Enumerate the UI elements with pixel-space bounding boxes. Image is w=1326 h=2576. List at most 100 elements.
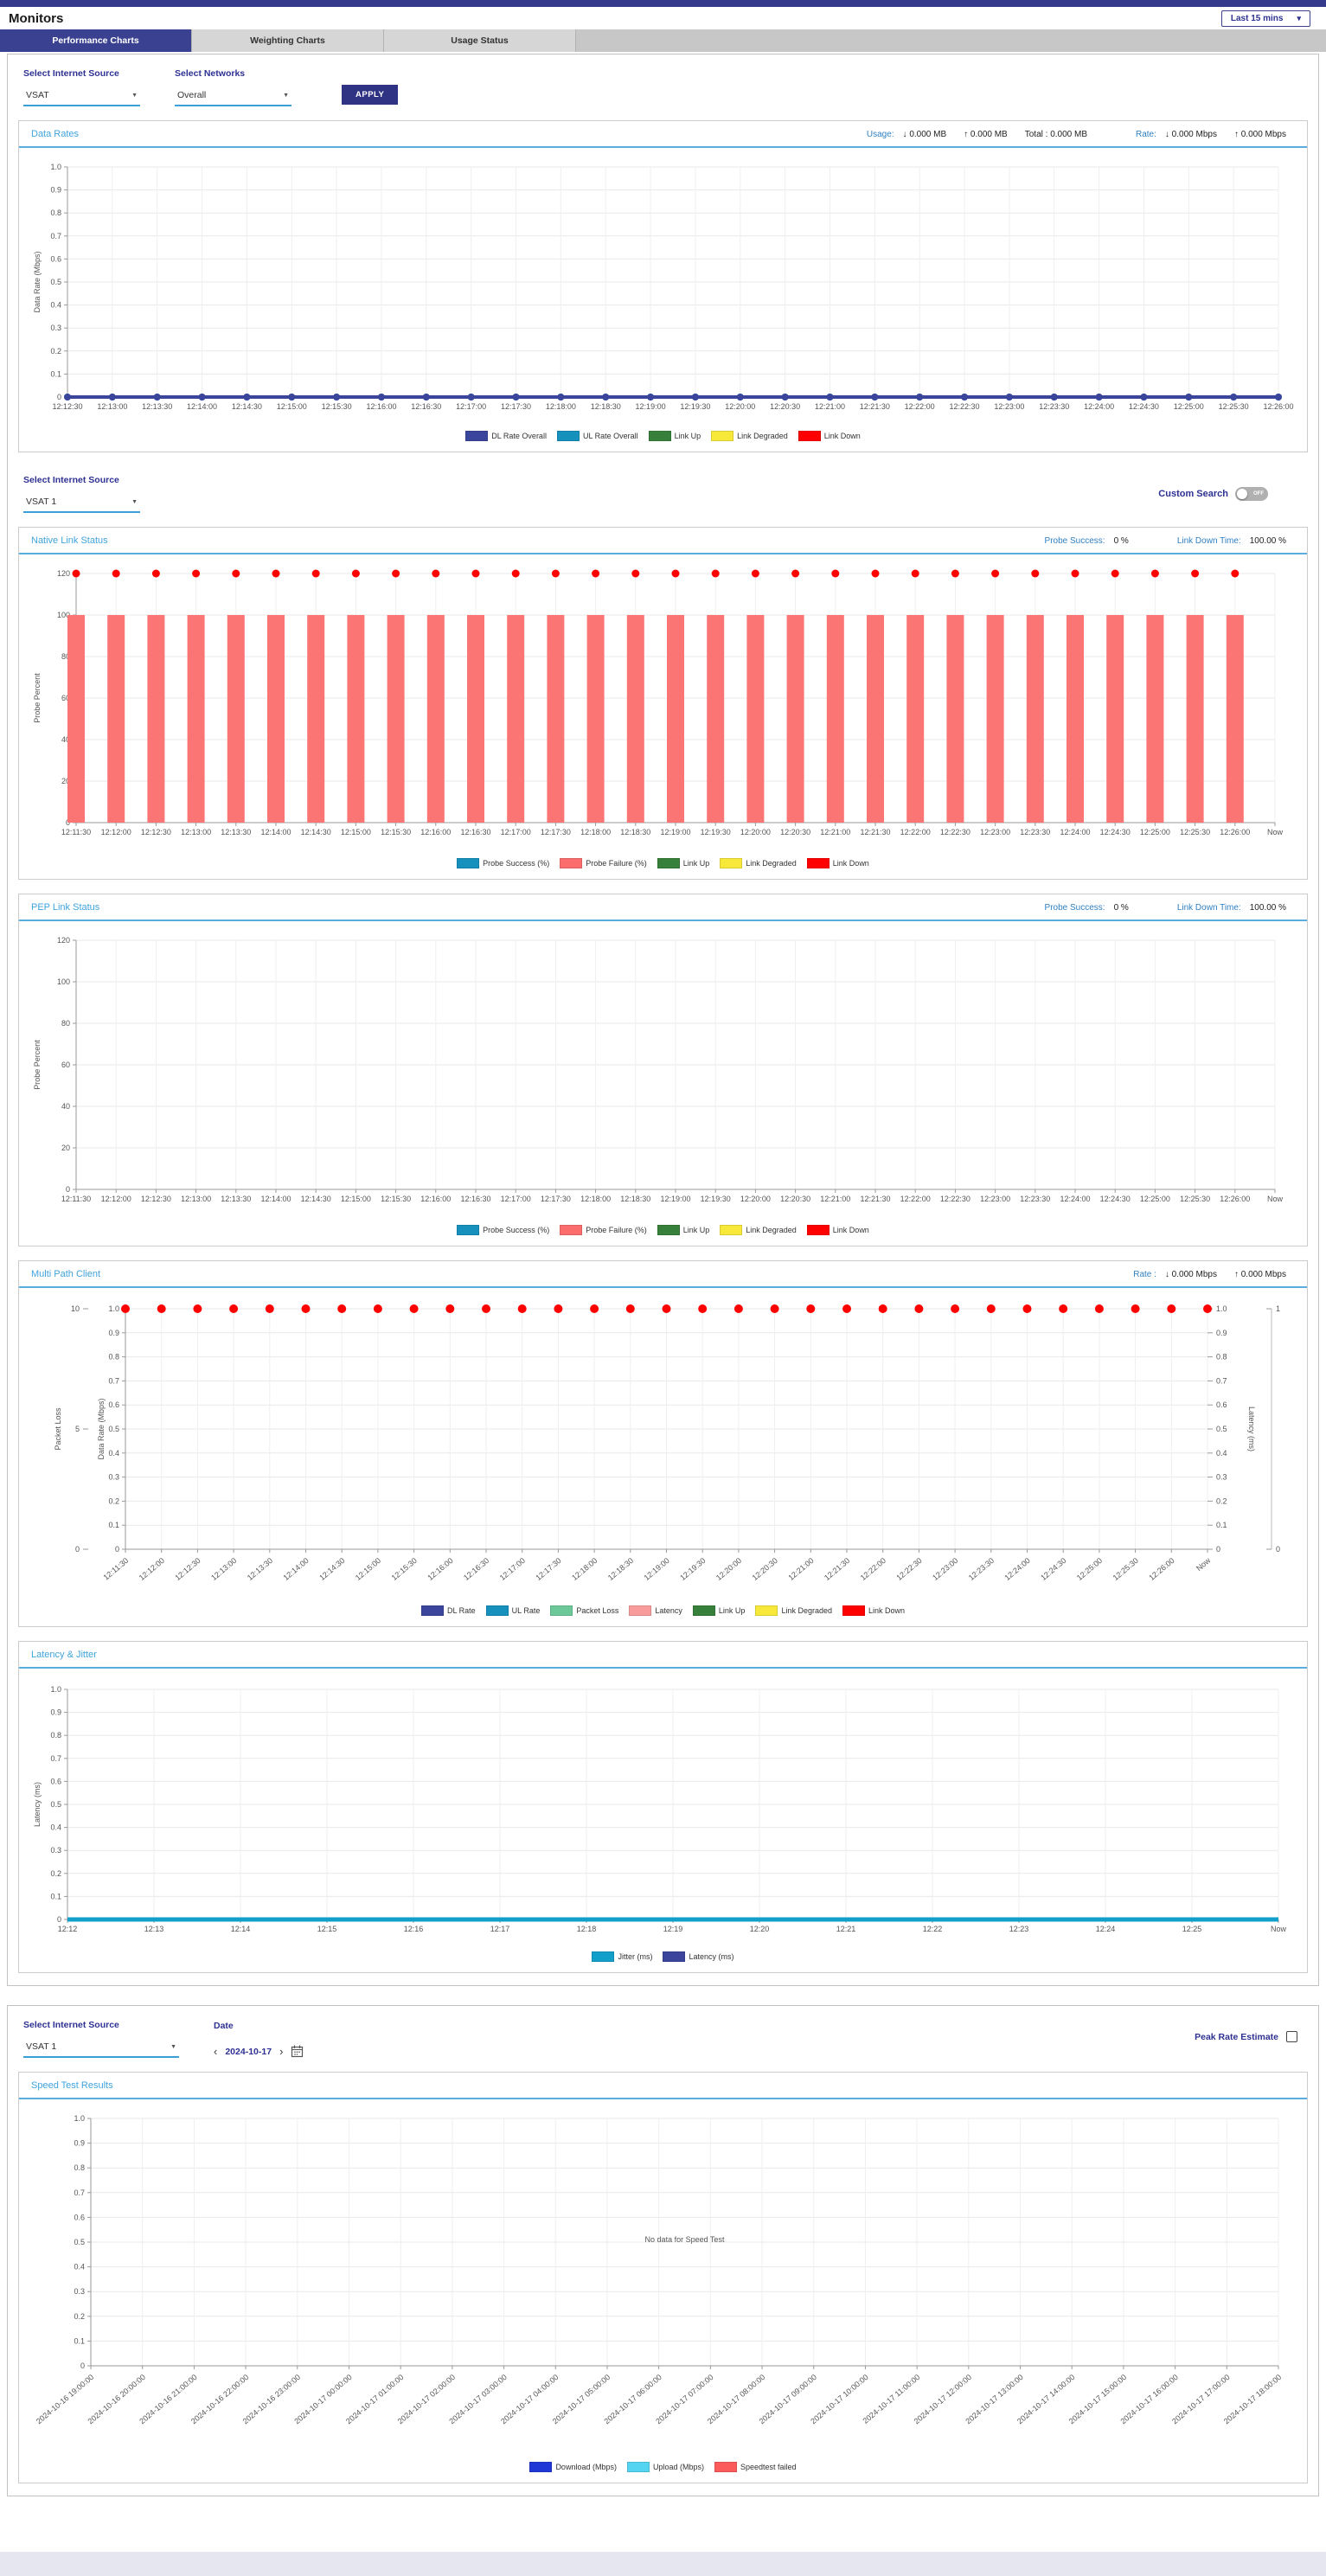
tab-weighting-charts[interactable]: Weighting Charts bbox=[192, 29, 384, 52]
link-down-time-label: Link Down Time: bbox=[1177, 536, 1241, 546]
legend-item: Link Up bbox=[657, 1225, 710, 1235]
svg-text:12:13:30: 12:13:30 bbox=[142, 402, 172, 411]
tab-bar: Performance Charts Weighting Charts Usag… bbox=[0, 29, 1326, 52]
svg-text:12:12:00: 12:12:00 bbox=[101, 828, 131, 836]
svg-text:12:15:30: 12:15:30 bbox=[322, 402, 352, 411]
speed-test-legend: Download (Mbps)Upload (Mbps)Speedtest fa… bbox=[19, 2462, 1307, 2483]
svg-text:12:18:00: 12:18:00 bbox=[546, 402, 576, 411]
legend-swatch-icon bbox=[657, 1225, 680, 1235]
legend-label: Probe Failure (%) bbox=[586, 859, 647, 868]
next-date-icon[interactable]: › bbox=[279, 2046, 283, 2057]
legend-swatch-icon bbox=[649, 431, 671, 441]
svg-text:0.9: 0.9 bbox=[50, 186, 61, 195]
svg-text:0: 0 bbox=[75, 1545, 80, 1554]
native-link-status-card: Native Link Status Probe Success: 0 % Li… bbox=[18, 527, 1308, 880]
legend-label: Link Down bbox=[833, 1226, 869, 1234]
legend-swatch-icon bbox=[560, 858, 582, 868]
legend-item: Packet Loss bbox=[550, 1605, 618, 1616]
legend-swatch-icon bbox=[560, 1225, 582, 1235]
probe-success-label: Probe Success: bbox=[1045, 536, 1105, 546]
svg-text:120: 120 bbox=[57, 569, 70, 578]
speed-test-results-card: Speed Test Results 1.00.90.80.70.60.50.4… bbox=[18, 2072, 1308, 2483]
internet-source-select-3[interactable]: VSAT 1 ▼ bbox=[23, 2039, 179, 2058]
tab-performance-charts[interactable]: Performance Charts bbox=[0, 29, 192, 52]
svg-text:0.3: 0.3 bbox=[50, 1846, 61, 1855]
legend-swatch-icon bbox=[798, 431, 821, 441]
custom-search-toggle[interactable]: OFF bbox=[1235, 487, 1268, 501]
svg-text:12:12:00: 12:12:00 bbox=[138, 1556, 166, 1582]
custom-search-label: Custom Search bbox=[1158, 489, 1228, 499]
svg-text:12:25:00: 12:25:00 bbox=[1140, 828, 1170, 836]
svg-text:12:15:00: 12:15:00 bbox=[354, 1556, 382, 1582]
svg-text:1: 1 bbox=[1276, 1304, 1280, 1313]
svg-text:12:11:30: 12:11:30 bbox=[61, 828, 91, 836]
dropdown-arrow-icon: ▼ bbox=[131, 499, 138, 505]
svg-text:0.4: 0.4 bbox=[74, 2263, 85, 2272]
speed-test-chart: 1.00.90.80.70.60.50.40.30.20.102024-10-1… bbox=[19, 2099, 1307, 2462]
legend-item: Link Down bbox=[798, 431, 861, 441]
apply-button[interactable]: APPLY bbox=[342, 85, 398, 105]
prev-date-icon[interactable]: ‹ bbox=[214, 2046, 217, 2057]
svg-text:12:14: 12:14 bbox=[231, 1925, 251, 1933]
svg-text:12:17:00: 12:17:00 bbox=[501, 1195, 531, 1203]
svg-text:12:20:00: 12:20:00 bbox=[740, 828, 771, 836]
svg-text:12:18:30: 12:18:30 bbox=[606, 1556, 635, 1582]
svg-text:0.1: 0.1 bbox=[50, 369, 61, 378]
legend-label: Link Degraded bbox=[781, 1606, 832, 1615]
tab-usage-status[interactable]: Usage Status bbox=[384, 29, 576, 52]
legend-swatch-icon bbox=[550, 1605, 573, 1616]
svg-text:2024-10-17 18:00:00: 2024-10-17 18:00:00 bbox=[1222, 2373, 1283, 2425]
svg-text:12:25:00: 12:25:00 bbox=[1075, 1556, 1104, 1582]
legend-label: Link Degraded bbox=[737, 432, 788, 440]
svg-text:12:14:00: 12:14:00 bbox=[260, 1195, 291, 1203]
page-header: Monitors Last 15 mins ▾ bbox=[0, 7, 1326, 29]
svg-text:120: 120 bbox=[57, 936, 70, 945]
svg-text:12:25:00: 12:25:00 bbox=[1174, 402, 1204, 411]
svg-text:0.7: 0.7 bbox=[1216, 1376, 1227, 1385]
internet-source-select-2[interactable]: VSAT 1 ▼ bbox=[23, 494, 140, 513]
internet-source-select[interactable]: VSAT ▼ bbox=[23, 87, 140, 106]
svg-text:0.7: 0.7 bbox=[50, 1754, 61, 1763]
link-down-time-label: Link Down Time: bbox=[1177, 903, 1241, 913]
probe-success-label: Probe Success: bbox=[1045, 903, 1105, 913]
rate-upload: ↑ 0.000 Mbps bbox=[1234, 130, 1286, 139]
svg-text:12:20:30: 12:20:30 bbox=[780, 1195, 810, 1203]
data-rates-card: Data Rates Usage: ↓ 0.000 MB ↑ 0.000 MB … bbox=[18, 120, 1308, 452]
svg-text:12:13:30: 12:13:30 bbox=[221, 1195, 251, 1203]
legend-swatch-icon bbox=[714, 2462, 737, 2472]
svg-text:12:17:00: 12:17:00 bbox=[498, 1556, 527, 1582]
svg-text:Now: Now bbox=[1267, 828, 1284, 836]
svg-text:0.5: 0.5 bbox=[74, 2238, 85, 2246]
svg-text:12:23:30: 12:23:30 bbox=[967, 1556, 996, 1582]
svg-text:12:20:00: 12:20:00 bbox=[725, 402, 755, 411]
svg-text:12:15:30: 12:15:30 bbox=[381, 828, 411, 836]
svg-text:0.4: 0.4 bbox=[50, 1823, 61, 1832]
data-rates-stats: Usage: ↓ 0.000 MB ↑ 0.000 MB Total : 0.0… bbox=[867, 130, 1295, 139]
svg-text:0.3: 0.3 bbox=[108, 1473, 119, 1482]
svg-text:12:17:30: 12:17:30 bbox=[541, 1195, 571, 1203]
svg-text:12:17:00: 12:17:00 bbox=[456, 402, 486, 411]
time-range-select[interactable]: Last 15 mins ▾ bbox=[1221, 10, 1310, 27]
speed-filter-row: Select Internet Source VSAT 1 ▼ Date ‹ 2… bbox=[23, 2020, 1303, 2058]
multi-path-client-card: Multi Path Client Rate : ↓ 0.000 Mbps ↑ … bbox=[18, 1260, 1308, 1627]
svg-text:12:23:00: 12:23:00 bbox=[980, 1195, 1010, 1203]
svg-text:0: 0 bbox=[1276, 1545, 1280, 1554]
svg-text:0.8: 0.8 bbox=[50, 1731, 61, 1740]
calendar-icon[interactable] bbox=[291, 2045, 304, 2058]
legend-label: Link Down bbox=[868, 1606, 905, 1615]
svg-text:1.0: 1.0 bbox=[50, 1685, 61, 1694]
legend-swatch-icon bbox=[720, 858, 742, 868]
svg-text:12:18:00: 12:18:00 bbox=[570, 1556, 599, 1582]
svg-text:12:21:30: 12:21:30 bbox=[860, 1195, 890, 1203]
svg-text:12:24:30: 12:24:30 bbox=[1100, 1195, 1131, 1203]
legend-label: DL Rate Overall bbox=[491, 432, 547, 440]
svg-text:40: 40 bbox=[61, 1102, 70, 1111]
svg-text:12:25:30: 12:25:30 bbox=[1180, 1195, 1210, 1203]
peak-rate-estimate-checkbox[interactable] bbox=[1286, 2031, 1297, 2042]
networks-select[interactable]: Overall ▼ bbox=[175, 87, 291, 106]
legend-item: Link Up bbox=[649, 431, 701, 441]
svg-text:2024-10-16 21:00:00: 2024-10-16 21:00:00 bbox=[138, 2373, 198, 2425]
legend-swatch-icon bbox=[693, 1605, 715, 1616]
page-title: Monitors bbox=[9, 11, 63, 26]
svg-text:12:14:30: 12:14:30 bbox=[317, 1556, 346, 1582]
